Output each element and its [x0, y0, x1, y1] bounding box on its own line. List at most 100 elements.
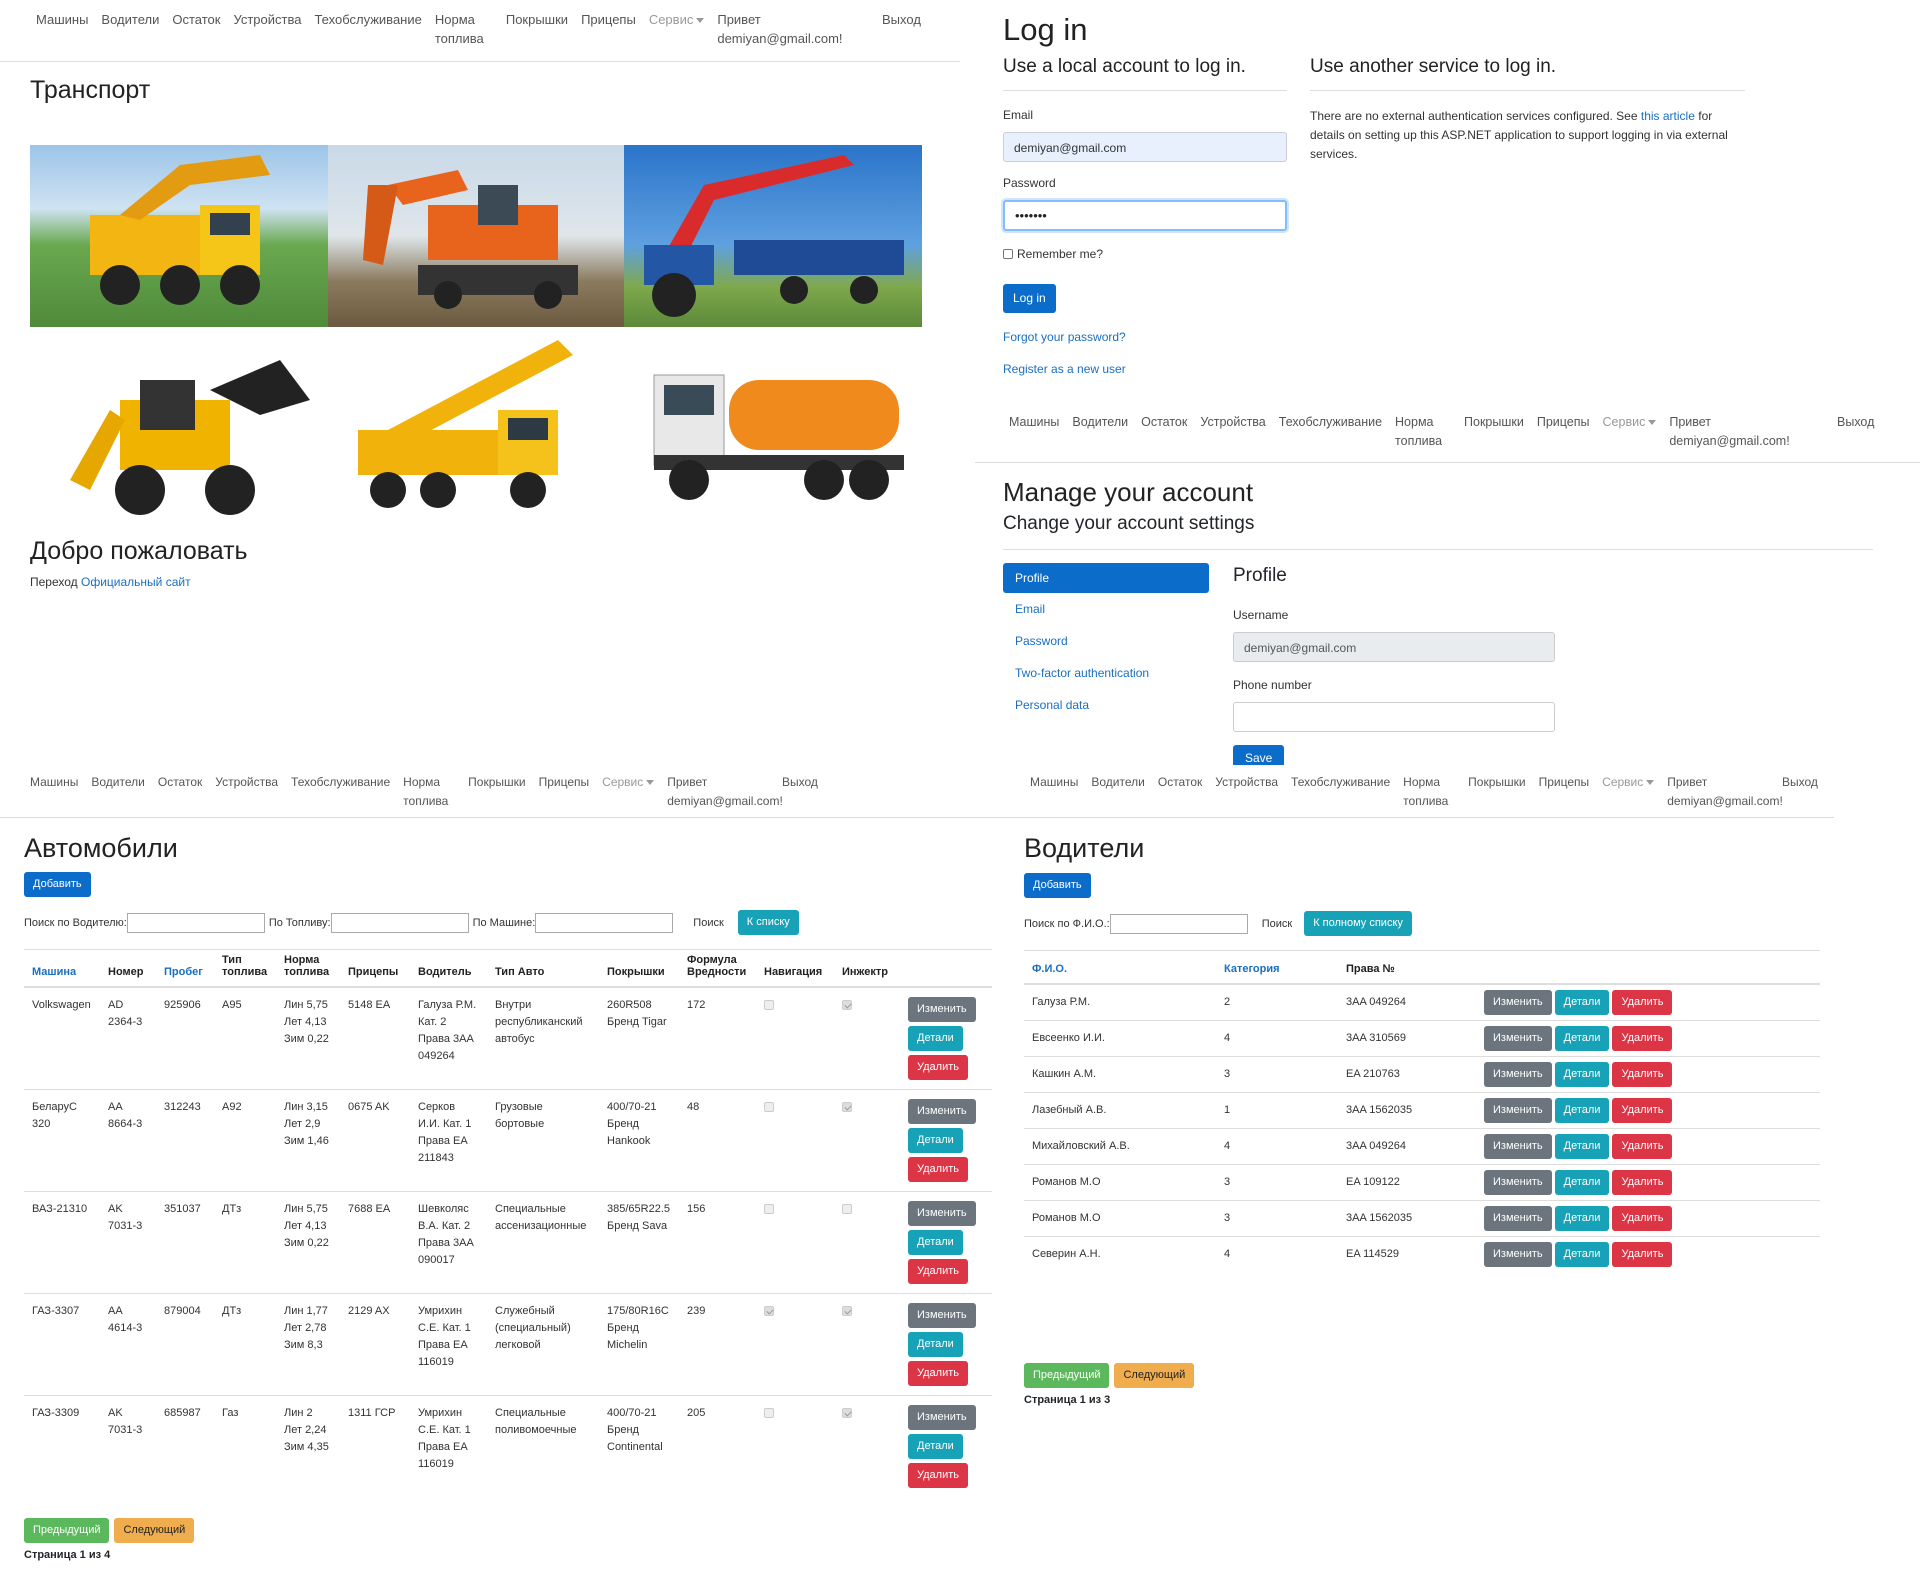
menu-item-personal-data[interactable]: Personal data — [1003, 689, 1209, 721]
delete-button[interactable]: Удалить — [1612, 1170, 1673, 1195]
edit-button[interactable]: Изменить — [908, 1099, 976, 1124]
remember-checkbox[interactable] — [1003, 249, 1013, 259]
delete-button[interactable]: Удалить — [1612, 1062, 1673, 1087]
nav-item-cars[interactable]: Машины — [1030, 773, 1078, 792]
add-car-button[interactable]: Добавить — [24, 872, 91, 897]
delete-button[interactable]: Удалить — [1612, 1098, 1673, 1123]
edit-button[interactable]: Изменить — [908, 997, 976, 1022]
details-button[interactable]: Детали — [1554, 1206, 1610, 1231]
phone-field[interactable] — [1233, 702, 1555, 732]
details-button[interactable]: Детали — [908, 1026, 963, 1051]
search-driver-input[interactable] — [126, 912, 265, 933]
edit-button[interactable]: Изменить — [1484, 1170, 1552, 1195]
nav-item-maintenance[interactable]: Техобслуживание — [291, 773, 390, 792]
nav-item-fuel-norm[interactable]: Норма топлива — [403, 773, 455, 811]
edit-button[interactable]: Изменить — [1484, 1242, 1552, 1267]
nav-item-fuel-norm[interactable]: Норма топлива — [435, 10, 493, 48]
nav-item-maintenance[interactable]: Техобслуживание — [1291, 773, 1390, 792]
edit-button[interactable]: Изменить — [908, 1303, 976, 1328]
delete-button[interactable]: Удалить — [908, 1361, 968, 1386]
nav-item-tires[interactable]: Покрышки — [468, 773, 525, 792]
nav-item-tires[interactable]: Покрышки — [1464, 413, 1524, 432]
nav-item-cars[interactable]: Машины — [30, 773, 78, 792]
nav-greeting[interactable]: Привет demiyan@gmail.com! — [717, 10, 847, 48]
details-button[interactable]: Детали — [1554, 1170, 1610, 1195]
delete-button[interactable]: Удалить — [908, 1259, 968, 1284]
nav-item-tires[interactable]: Покрышки — [506, 10, 568, 29]
prev-page-button[interactable]: Предыдущий — [1024, 1363, 1110, 1388]
nav-service-dropdown[interactable]: Сервис — [602, 773, 655, 792]
delete-button[interactable]: Удалить — [1612, 1242, 1673, 1267]
add-driver-button[interactable]: Добавить — [1024, 873, 1091, 898]
col-car[interactable]: Машина — [24, 949, 100, 988]
article-link[interactable]: this article — [1641, 109, 1695, 123]
edit-button[interactable]: Изменить — [1484, 990, 1552, 1015]
email-field[interactable]: demiyan@gmail.com — [1003, 132, 1287, 162]
delete-button[interactable]: Удалить — [1612, 1206, 1673, 1231]
password-field[interactable]: ••••••• — [1003, 200, 1287, 231]
nav-item-maintenance[interactable]: Техобслуживание — [1279, 413, 1382, 432]
details-button[interactable]: Детали — [908, 1332, 963, 1357]
delete-button[interactable]: Удалить — [908, 1055, 968, 1080]
nav-item-devices[interactable]: Устройства — [215, 773, 278, 792]
nav-item-drivers[interactable]: Водители — [91, 773, 144, 792]
register-link[interactable]: Register as a new user — [1003, 362, 1126, 376]
nav-logout[interactable]: Выход — [1782, 773, 1818, 792]
edit-button[interactable]: Изменить — [908, 1405, 976, 1430]
delete-button[interactable]: Удалить — [908, 1463, 968, 1488]
details-button[interactable]: Детали — [1554, 990, 1610, 1015]
details-button[interactable]: Детали — [1554, 1026, 1610, 1051]
nav-item-remainder[interactable]: Остаток — [158, 773, 202, 792]
nav-item-cars[interactable]: Машины — [36, 10, 88, 29]
nav-item-drivers[interactable]: Водители — [101, 10, 159, 29]
nav-item-remainder[interactable]: Остаток — [1141, 413, 1187, 432]
search-name-input[interactable] — [1109, 913, 1248, 934]
nav-item-trailers[interactable]: Прицепы — [1539, 773, 1590, 792]
nav-item-drivers[interactable]: Водители — [1091, 773, 1144, 792]
details-button[interactable]: Детали — [1554, 1134, 1610, 1159]
nav-item-tires[interactable]: Покрышки — [1468, 773, 1525, 792]
full-list-button[interactable]: К полному списку — [1304, 911, 1412, 936]
col-full-name[interactable]: Ф.И.О. — [1024, 950, 1216, 985]
nav-greeting[interactable]: Привет demiyan@gmail.com! — [667, 773, 787, 811]
nav-item-fuel-norm[interactable]: Норма топлива — [1395, 413, 1451, 451]
delete-button[interactable]: Удалить — [1612, 990, 1673, 1015]
nav-item-devices[interactable]: Устройства — [233, 10, 301, 29]
save-button[interactable]: Save — [1233, 745, 1285, 765]
delete-button[interactable]: Удалить — [908, 1157, 968, 1182]
details-button[interactable]: Детали — [908, 1230, 963, 1255]
edit-button[interactable]: Изменить — [1484, 1026, 1552, 1051]
nav-item-drivers[interactable]: Водители — [1072, 413, 1128, 432]
nav-item-trailers[interactable]: Прицепы — [539, 773, 590, 792]
details-button[interactable]: Детали — [908, 1434, 963, 1459]
col-category[interactable]: Категория — [1216, 950, 1338, 985]
menu-item-password[interactable]: Password — [1003, 625, 1209, 657]
nav-item-trailers[interactable]: Прицепы — [581, 10, 636, 29]
nav-item-remainder[interactable]: Остаток — [172, 10, 220, 29]
nav-service-dropdown[interactable]: Сервис — [1603, 413, 1657, 432]
next-page-button[interactable]: Следующий — [1114, 1363, 1195, 1388]
forgot-password-link[interactable]: Forgot your password? — [1003, 330, 1126, 344]
details-button[interactable]: Детали — [1554, 1062, 1610, 1087]
details-button[interactable]: Детали — [908, 1128, 963, 1153]
menu-item-email[interactable]: Email — [1003, 593, 1209, 625]
nav-item-maintenance[interactable]: Техобслуживание — [314, 10, 421, 29]
search-car-input[interactable] — [535, 912, 674, 933]
nav-logout[interactable]: Выход — [882, 10, 921, 29]
details-button[interactable]: Детали — [1554, 1098, 1610, 1123]
edit-button[interactable]: Изменить — [1484, 1134, 1552, 1159]
prev-page-button[interactable]: Предыдущий — [24, 1518, 110, 1543]
to-list-button[interactable]: К списку — [737, 910, 799, 935]
edit-button[interactable]: Изменить — [1484, 1098, 1552, 1123]
nav-greeting[interactable]: Привет demiyan@gmail.com! — [1667, 773, 1787, 811]
search-fuel-input[interactable] — [330, 912, 469, 933]
delete-button[interactable]: Удалить — [1612, 1134, 1673, 1159]
official-site-link[interactable]: Официальный сайт — [81, 575, 191, 589]
nav-greeting[interactable]: Привет demiyan@gmail.com! — [1669, 413, 1797, 451]
col-mileage[interactable]: Пробег — [156, 949, 214, 988]
nav-logout[interactable]: Выход — [782, 773, 818, 792]
edit-button[interactable]: Изменить — [1484, 1062, 1552, 1087]
edit-button[interactable]: Изменить — [908, 1201, 976, 1226]
remember-me[interactable]: Remember me? — [1003, 247, 1103, 261]
nav-item-devices[interactable]: Устройства — [1200, 413, 1265, 432]
